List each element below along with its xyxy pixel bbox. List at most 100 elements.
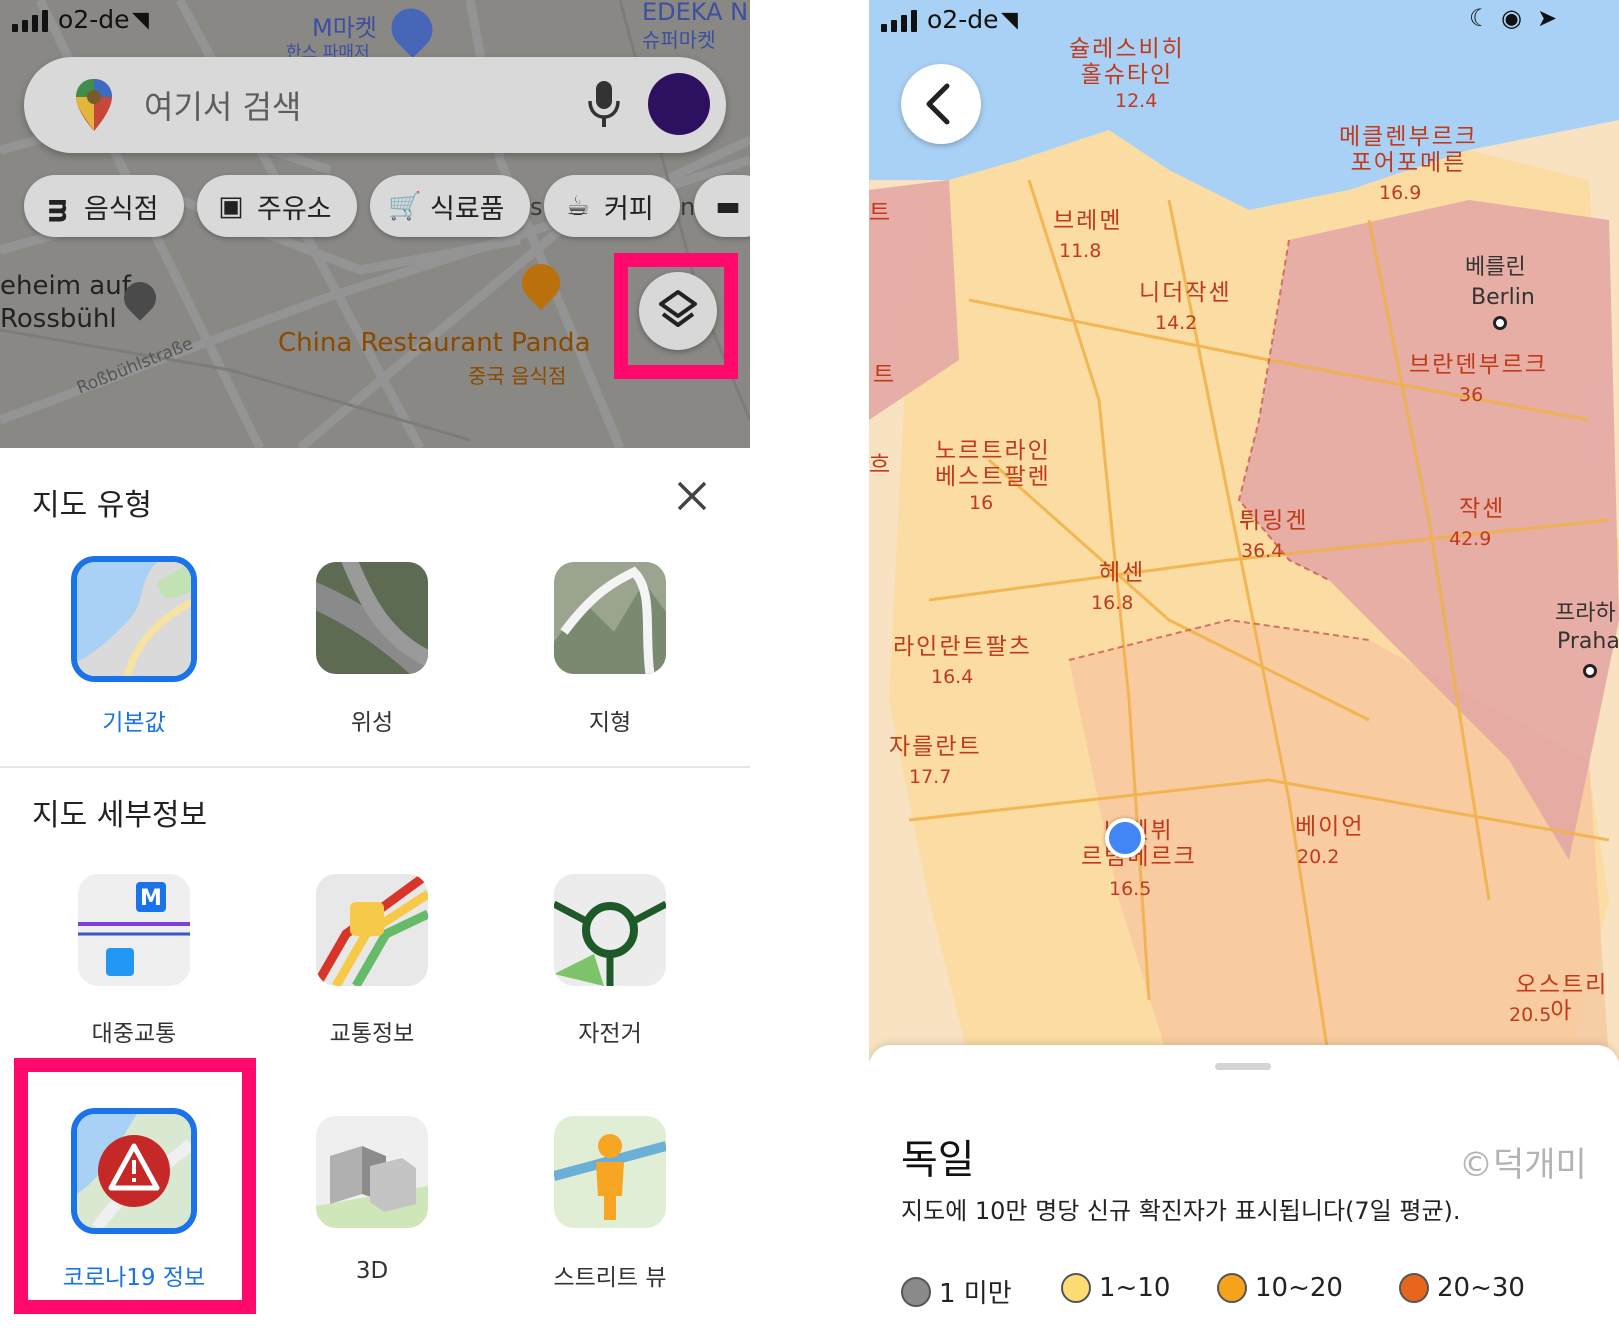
detail-3d[interactable] (316, 1116, 428, 1228)
region-value: 16.8 (1091, 592, 1134, 614)
detail-label: 3D (355, 1258, 389, 1284)
traffic-thumbnail (316, 874, 428, 986)
close-icon[interactable] (672, 476, 712, 516)
cart-icon: 🛒 (388, 191, 422, 222)
watermark: ©덕개미 (1459, 1145, 1587, 1185)
detail-label: 교통정보 (329, 1021, 415, 1047)
chip-label: 커피 (604, 193, 654, 225)
region-label: 베이언 (1295, 814, 1365, 840)
region-label: 작센 (1459, 496, 1506, 522)
covid-map-screen: o2-de ◥ ☾ ◉ ➤ 슐레스비히 홀슈타인 12.4 메클렌부르크 포어포… (869, 0, 1619, 1334)
city-label: Berlin (1471, 285, 1535, 310)
region-label-edge: 트 (873, 362, 897, 388)
detail-traffic[interactable] (316, 874, 428, 986)
drag-handle[interactable] (1215, 1063, 1271, 1070)
info-bottom-sheet[interactable]: ©덕개미 독일 지도에 10만 명당 신규 확진자가 표시됩니다(7일 평균).… (869, 1045, 1619, 1334)
pegman-thumbnail (554, 1116, 666, 1228)
moon-icon: ☾ (1469, 4, 1491, 32)
region-value: 12.4 (1115, 90, 1158, 112)
transit-thumbnail: M (78, 874, 190, 986)
chip-groceries[interactable]: 🛒 식료품 (370, 175, 530, 237)
map-type-default[interactable] (71, 556, 197, 682)
avatar[interactable] (648, 73, 710, 135)
region-label: 헤센 (1099, 560, 1146, 586)
legend-swatch (1061, 1273, 1091, 1303)
region-value: 20.5 (1509, 1004, 1552, 1026)
bike-thumbnail (554, 874, 666, 986)
current-location-dot (1105, 818, 1145, 858)
chip-overflow-text: n (680, 193, 696, 221)
region-value: 36 (1459, 384, 1484, 406)
status-bar: o2-de ◥ ☾ ◉ ➤ (869, 0, 1619, 42)
lock-rotation-icon: ◉ (1501, 4, 1522, 32)
region-value: 16.5 (1109, 878, 1152, 900)
map-poi-sublabel: 중국 음식점 (468, 364, 567, 388)
region-value: 16 (969, 492, 994, 514)
wifi-icon: ◥ (132, 8, 149, 33)
google-maps-pin-icon (76, 79, 112, 131)
layers-panel-screen: o2-de ◥ M마켓 한스 파매저 EDEKA N 슈퍼마켓 여기서 검색 ᴟ… (0, 0, 750, 1334)
detail-label: 자전거 (578, 1021, 642, 1047)
map-poi-label: EDEKA N (642, 0, 749, 26)
legend-swatch (901, 1276, 931, 1307)
wifi-icon: ◥ (1001, 8, 1018, 33)
region-label: 튀링겐 (1239, 508, 1309, 534)
legend-item: 10~20 (1217, 1273, 1343, 1303)
city-label: 프라하 (1555, 601, 1616, 626)
region-label: 노르트라인 베스트팔렌 (935, 438, 1051, 490)
highlight-covid-option (14, 1058, 256, 1314)
gas-station-icon: ▣ (218, 190, 244, 222)
default-map-thumbnail (77, 562, 191, 676)
legend-swatch (1399, 1273, 1429, 1303)
region-label: 슐레스비히 홀슈타인 (1069, 36, 1185, 88)
carrier-label: o2-de (927, 5, 999, 34)
map-type-label: 위성 (350, 710, 394, 736)
legend-item: 1~10 (1061, 1273, 1170, 1303)
screenshot-composite: o2-de ◥ M마켓 한스 파매저 EDEKA N 슈퍼마켓 여기서 검색 ᴟ… (0, 0, 1619, 1334)
chip-label: 주유소 (257, 193, 332, 225)
region-value: 20.2 (1297, 846, 1340, 868)
map-type-satellite[interactable] (316, 562, 428, 674)
region-label: 브란덴부르크 (1409, 352, 1548, 378)
legend-swatch (1217, 1273, 1247, 1303)
region-value: 16.9 (1379, 182, 1422, 204)
legend-item: 20~30 (1399, 1273, 1525, 1303)
region-value: 17.7 (909, 766, 952, 788)
detail-street-view[interactable] (554, 1116, 666, 1228)
search-bar[interactable]: 여기서 검색 (24, 57, 726, 153)
map-description: 지도에 10만 명당 신규 확진자가 표시됩니다(7일 평균). (901, 1197, 1461, 1225)
search-input[interactable]: 여기서 검색 (144, 82, 301, 128)
chip-gas[interactable]: ▣ 주유소 (197, 175, 357, 237)
chip-restaurants[interactable]: ᴟ 음식점 (24, 175, 184, 237)
region-value: 16.4 (931, 666, 974, 688)
chip-label: 음식점 (84, 193, 159, 225)
location-arrow-icon: ➤ (1537, 4, 1558, 32)
chip-hotels[interactable]: ▬ (694, 175, 750, 237)
region-label: 자를란트 (889, 734, 982, 760)
map-type-label: 기본값 (102, 710, 166, 736)
chip-coffee[interactable]: ☕ 커피 (544, 175, 680, 237)
detail-transit[interactable]: M (78, 874, 190, 986)
chevron-left-icon (926, 83, 950, 125)
region-label-edge: 트 (869, 200, 893, 226)
divider (0, 766, 750, 768)
detail-label: 스트리트 뷰 (553, 1265, 667, 1291)
detail-biking[interactable] (554, 874, 666, 986)
carrier-label: o2-de (58, 5, 130, 34)
region-value: 14.2 (1155, 312, 1198, 334)
region-value: 11.8 (1059, 240, 1102, 262)
city-marker-icon (1493, 316, 1507, 330)
hotel-icon: ▬ (715, 190, 741, 222)
map-type-label: 지형 (588, 710, 632, 736)
svg-text:M: M (140, 886, 162, 911)
city-label: Praha (1557, 629, 1619, 654)
legend-label: 1 미만 (939, 1279, 1012, 1309)
terrain-thumbnail (554, 562, 666, 674)
back-button[interactable] (901, 64, 981, 144)
map-type-terrain[interactable] (554, 562, 666, 674)
map-details-title: 지도 세부정보 (32, 798, 208, 833)
covid-map: o2-de ◥ ☾ ◉ ➤ 슐레스비히 홀슈타인 12.4 메클렌부르크 포어포… (869, 0, 1619, 1060)
microphone-icon[interactable] (586, 79, 622, 129)
category-chips: ᴟ 음식점 ▣ 주유소 🛒 식료품 s ☕ 커피 n ▬ (0, 175, 750, 239)
legend-label: 10~20 (1255, 1273, 1343, 1303)
